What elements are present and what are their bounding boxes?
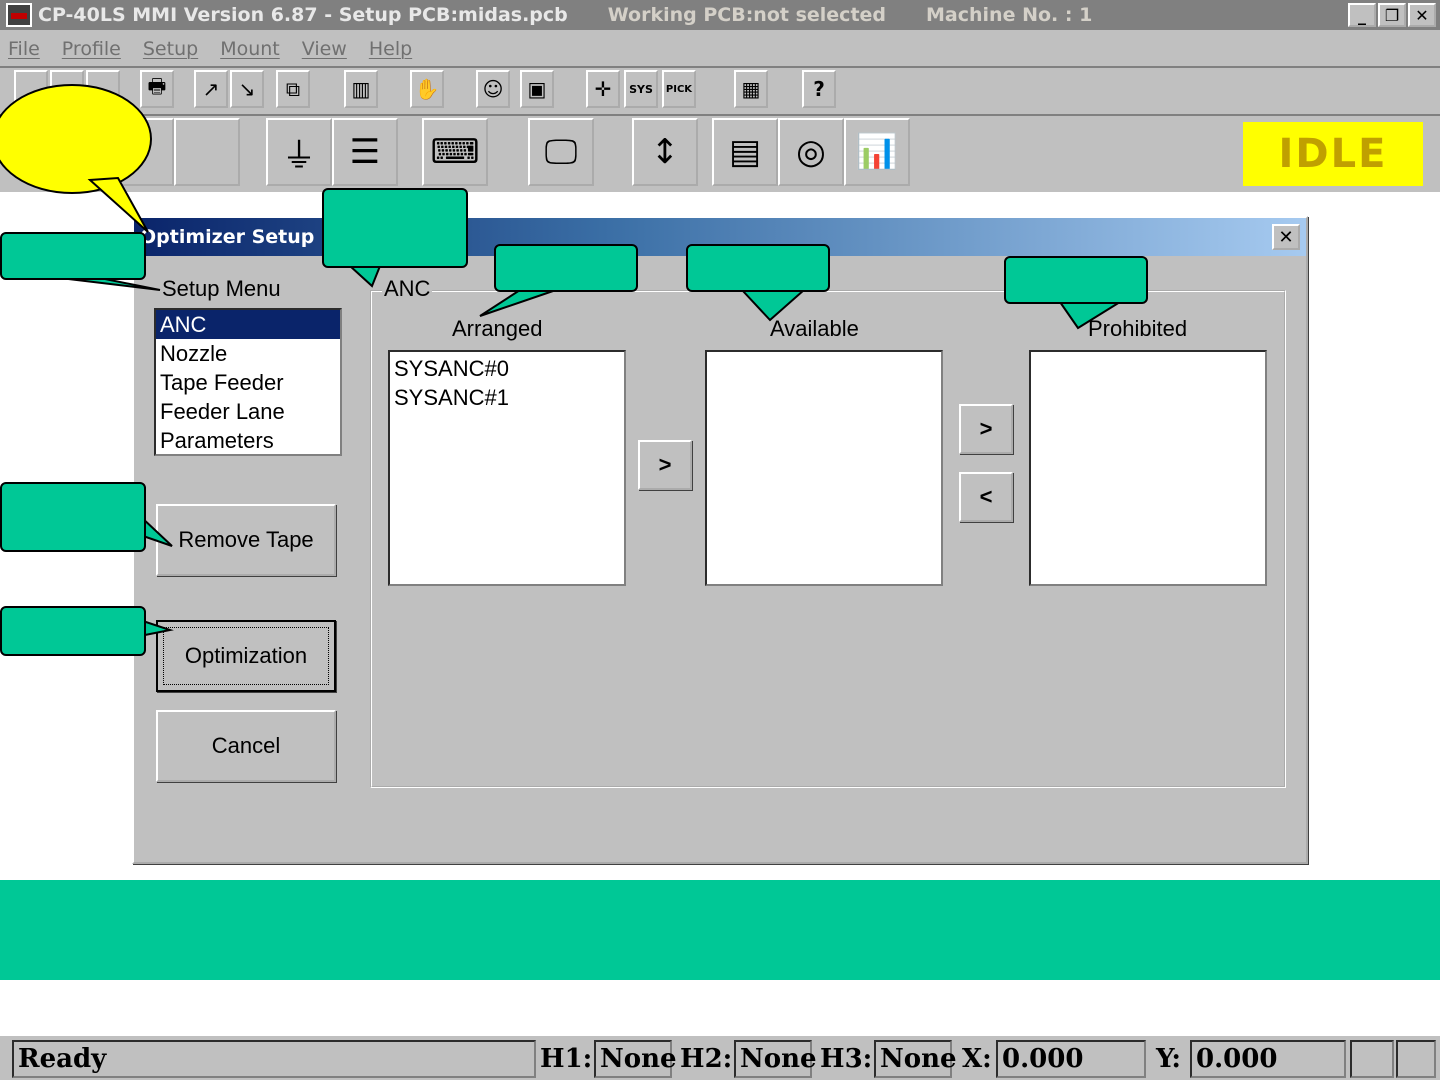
list-item[interactable]: SYSANC#0 (394, 354, 620, 383)
teach-icon[interactable]: ✋ (410, 70, 444, 108)
optimizer-setup-dialog: Optimizer Setup ✕ Setup Menu ANC Nozzle … (132, 216, 1308, 864)
x-value: 0.000 (996, 1040, 1146, 1078)
menu-profile[interactable]: Profile (62, 38, 121, 60)
move-to-available-back-button[interactable]: < (959, 472, 1013, 522)
available-label: Available (770, 316, 859, 341)
tape-icon[interactable]: ◎ (778, 118, 844, 186)
title-bar: CP-40LS MMI Version 6.87 - Setup PCB:mid… (0, 0, 1440, 30)
monitor-icon[interactable]: 🖵 (528, 118, 594, 186)
setup-menu-item-parameters[interactable]: Parameters (156, 426, 340, 455)
h1-label: H1: (540, 1044, 593, 1074)
h3-value: None (874, 1040, 957, 1078)
remove-tape-button[interactable]: Remove Tape (156, 504, 336, 576)
optimization-button[interactable]: Optimization (156, 620, 336, 692)
callout-setup-menu (0, 232, 146, 280)
menu-file[interactable]: File (8, 38, 40, 60)
close-button[interactable]: ✕ (1408, 3, 1436, 27)
menu-setup[interactable]: Setup (143, 38, 198, 60)
report-icon[interactable]: ▦ (734, 70, 768, 108)
parts-icon[interactable]: ▤ (712, 118, 778, 186)
anc-group-label: ANC (382, 276, 433, 302)
conveyor-icon[interactable]: ☰ (332, 118, 398, 186)
head-icon[interactable]: ⏚ (266, 118, 332, 186)
status-bar: Ready H1: None H2: None H3: None X: 0.00… (0, 1034, 1440, 1080)
menu-bar: File Profile Setup Mount View Help (0, 32, 434, 66)
status-pane-2 (1396, 1040, 1436, 1078)
list-item[interactable]: SYSANC#1 (394, 383, 620, 412)
y-value: 0.000 (1190, 1040, 1346, 1078)
counter-icon[interactable]: ↕ (632, 118, 698, 186)
window-controls: _ ❐ ✕ (1348, 3, 1436, 27)
arranged-label: Arranged (452, 316, 543, 341)
menu-help[interactable]: Help (369, 38, 412, 60)
h2-label: H2: (680, 1044, 733, 1074)
machine-no-label: Machine No. : 1 (926, 4, 1093, 26)
callout-anc (322, 188, 468, 268)
callout-arranged (494, 244, 638, 292)
app-icon (6, 3, 32, 27)
callout-optimization (0, 606, 146, 656)
import-icon[interactable]: ↗ (194, 70, 228, 108)
minimize-button[interactable]: _ (1348, 3, 1376, 27)
smiley-icon[interactable]: ☺ (476, 70, 510, 108)
restore-button[interactable]: ❐ (1378, 3, 1406, 27)
available-list[interactable] (705, 350, 943, 586)
status-badge: IDLE (1243, 122, 1423, 186)
help-icon[interactable]: ? (802, 70, 836, 108)
y-label: Y: (1156, 1044, 1181, 1074)
toolbar-divider (0, 114, 1440, 116)
export-icon[interactable]: ↘ (230, 70, 264, 108)
prohibited-label: Prohibited (1088, 316, 1188, 341)
menu-mount[interactable]: Mount (220, 38, 280, 60)
prohibited-list[interactable] (1029, 350, 1267, 586)
h2-value: None (734, 1040, 817, 1078)
setup-menu-item-tape-feeder[interactable]: Tape Feeder (156, 368, 340, 397)
caption-band (0, 880, 1440, 980)
run-icon[interactable]: ▣ (520, 70, 554, 108)
callout-prohibited (1004, 256, 1148, 304)
arranged-list[interactable]: SYSANC#0 SYSANC#1 (388, 350, 626, 586)
setup-menu-item-nozzle[interactable]: Nozzle (156, 339, 340, 368)
pick-icon[interactable]: PICK (662, 70, 696, 108)
move-to-prohibited-button[interactable]: > (959, 404, 1013, 454)
status-ready: Ready (12, 1040, 536, 1078)
callout-remove-tape (0, 482, 146, 552)
setup-menu-item-feeder-lane[interactable]: Feeder Lane (156, 397, 340, 426)
window-title: CP-40LS MMI Version 6.87 - Setup PCB:mid… (38, 4, 568, 26)
menu-view[interactable]: View (302, 38, 347, 60)
working-pcb-label: Working PCB:not selected (607, 4, 887, 26)
feeder-icon[interactable] (174, 118, 240, 186)
setup-menu-label: Setup Menu (162, 276, 281, 301)
callout-available (686, 244, 830, 292)
copy-icon[interactable]: ⧉ (276, 70, 310, 108)
setup-menu-list[interactable]: ANC Nozzle Tape Feeder Feeder Lane Param… (154, 308, 342, 456)
chart-icon[interactable]: 📊 (844, 118, 910, 186)
keypad-icon[interactable]: ⌨ (422, 118, 488, 186)
move-to-available-button[interactable]: > (638, 440, 692, 490)
status-pane-1 (1350, 1040, 1394, 1078)
h1-value: None (594, 1040, 677, 1078)
setup-menu-item-anc[interactable]: ANC (156, 310, 340, 339)
dialog-close-button[interactable]: ✕ (1272, 224, 1300, 250)
x-label: X: (962, 1044, 992, 1074)
h3-label: H3: (820, 1044, 873, 1074)
print-icon[interactable]: 🖶 (140, 70, 174, 108)
menu-divider (0, 66, 1440, 68)
fiducial-icon[interactable]: ✛ (586, 70, 620, 108)
layout-icon[interactable]: ▥ (344, 70, 378, 108)
dialog-title: Optimizer Setup (140, 226, 315, 248)
sys-icon[interactable]: SYS (624, 70, 658, 108)
cancel-button[interactable]: Cancel (156, 710, 336, 782)
